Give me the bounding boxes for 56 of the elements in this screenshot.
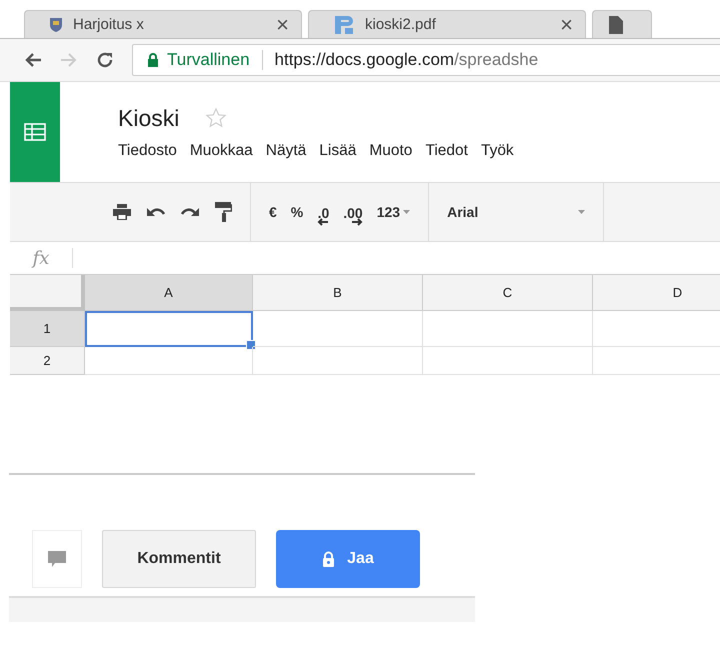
undo-icon[interactable] (146, 205, 166, 219)
crest-icon (49, 16, 63, 32)
table-cell[interactable] (85, 311, 253, 347)
browser-tab[interactable] (592, 10, 652, 38)
left-arrow-icon (317, 218, 330, 226)
close-icon[interactable]: × (560, 12, 573, 38)
percent-format-button[interactable]: % (290, 204, 304, 220)
menu-item[interactable]: Tiedosto (118, 142, 177, 160)
dropdown-caret-icon (578, 210, 586, 214)
number-format-dropdown[interactable]: 123 (376, 204, 410, 220)
browser-tab[interactable]: Harjoitus x × (24, 10, 302, 38)
menu-item[interactable]: Tiedot (425, 142, 468, 160)
menu-item[interactable]: Muoto (369, 142, 412, 160)
back-arrow-icon[interactable] (24, 52, 42, 68)
decrease-decimals-button[interactable]: .0 (317, 206, 330, 226)
padlock-icon (147, 53, 159, 67)
font-dropdown[interactable]: Arial (447, 204, 586, 220)
url-text: https://docs.google.com/spreadshe (274, 50, 538, 70)
menu-item[interactable]: Työk (480, 142, 514, 160)
padlock-icon (322, 551, 336, 567)
right-arrow-icon (350, 218, 363, 226)
reload-icon[interactable] (96, 51, 114, 69)
address-bar[interactable]: Turvallinen https://docs.google.com/spreadshe (132, 44, 720, 76)
row-header[interactable]: 1 (10, 311, 85, 347)
column-header[interactable]: A (85, 275, 253, 311)
menu-item[interactable]: Lisää (319, 142, 356, 160)
comments-button[interactable]: Kommentit (102, 530, 256, 588)
print-icon[interactable] (112, 203, 132, 221)
select-all-corner[interactable] (10, 275, 85, 311)
security-label: Turvallinen (167, 50, 250, 70)
close-icon[interactable]: × (276, 12, 289, 38)
share-button[interactable]: Jaa (276, 530, 420, 588)
forward-arrow-icon[interactable] (60, 52, 78, 68)
document-logo-icon (333, 14, 355, 36)
comment-button[interactable] (32, 530, 82, 588)
table-grid-icon (24, 123, 46, 141)
column-header[interactable]: D (593, 275, 720, 311)
formula-label: fx (30, 248, 50, 268)
dropdown-caret-icon (403, 210, 410, 214)
star-icon[interactable] (205, 107, 228, 129)
document-title[interactable]: Kioski (118, 104, 180, 132)
row-header[interactable]: 2 (10, 347, 85, 375)
currency-format-button[interactable]: € (269, 204, 277, 220)
app-logo-tile[interactable] (10, 82, 60, 182)
file-icon (609, 16, 623, 34)
tab-title: Harjoitus x (73, 16, 145, 33)
menu-item[interactable]: Näytä (266, 142, 306, 160)
increase-decimals-button[interactable]: .00 (343, 206, 363, 226)
fill-handle[interactable] (246, 340, 256, 350)
paint-roller-icon[interactable] (214, 201, 232, 223)
tab-title: kioski2.pdf (365, 16, 437, 33)
menu-item[interactable]: Muokkaa (190, 142, 253, 160)
column-header[interactable]: C (423, 275, 593, 311)
column-header[interactable]: B (253, 275, 423, 311)
speech-bubble-icon (47, 549, 67, 569)
browser-tab[interactable]: kioski2.pdf × (308, 10, 586, 38)
